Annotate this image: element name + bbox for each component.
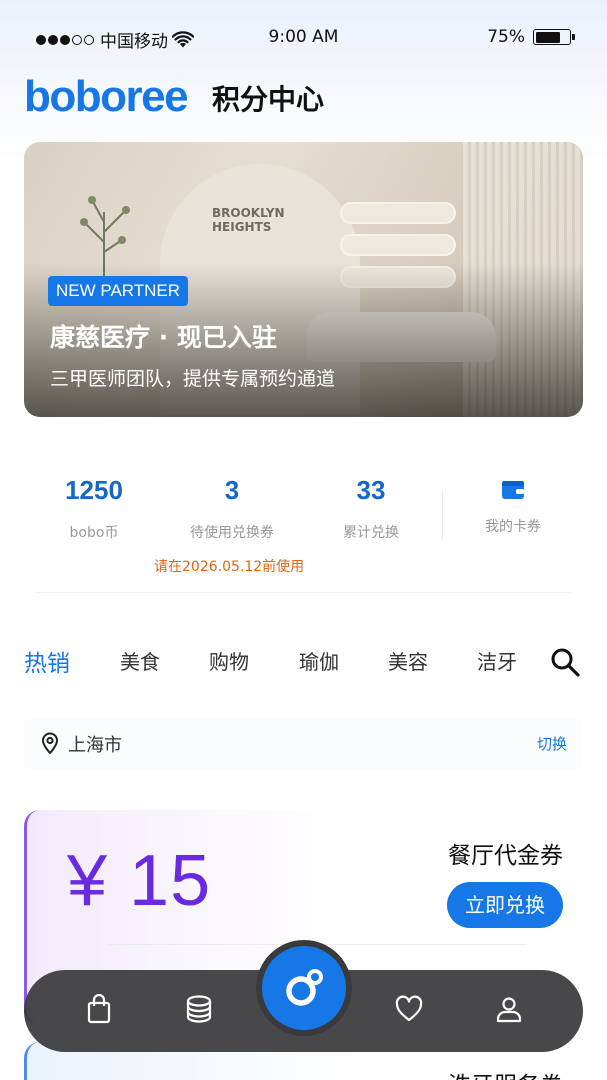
tab-shopping[interactable]: 购物 <box>209 646 249 675</box>
bag-icon[interactable] <box>84 994 114 1024</box>
coupon-title: 餐厅代金券 <box>448 843 563 869</box>
tab-yoga[interactable]: 瑜伽 <box>299 646 339 675</box>
new-partner-tag: NEW PARTNER <box>48 276 189 306</box>
stat-value: 1250 <box>65 475 123 505</box>
status-right: 75% <box>487 27 575 47</box>
boboree-logo-icon <box>286 969 323 1006</box>
status-bar: 中国移动 9:00 AM 75% <box>0 0 607 76</box>
my-cards-button[interactable]: 我的卡券 <box>443 470 583 536</box>
tab-teeth-cleaning[interactable]: 洁牙 <box>477 646 517 675</box>
battery-icon <box>533 29 575 45</box>
banner-subtitle: 三甲医师团队，提供专属预约通道 <box>50 368 336 390</box>
banner-shelf <box>340 202 456 224</box>
current-city: 上海市 <box>68 735 122 756</box>
profile-icon[interactable] <box>494 994 524 1024</box>
voucher-expiry-note: 请在2026.05.12前使用 <box>154 559 305 575</box>
stat-label: bobo币 <box>69 525 119 541</box>
stat-total-redeemed[interactable]: 33 累计兑换 <box>301 470 441 542</box>
location-bar: 上海市 切换 <box>24 718 583 770</box>
banner-title: 康慈医疗 · 现已入驻 <box>50 323 277 352</box>
coins-icon[interactable] <box>184 994 214 1024</box>
banner-wall-text: BROOKLYN HEIGHTS <box>212 206 285 234</box>
tab-beauty[interactable]: 美容 <box>388 646 428 675</box>
category-tabs: 热销 美食 购物 瑜伽 美容 洁牙 <box>24 640 583 684</box>
location-pin-icon <box>41 732 59 754</box>
stat-pending-vouchers[interactable]: 3 待使用兑换券 <box>162 470 302 542</box>
page-title: 积分中心 <box>212 83 325 116</box>
partner-banner[interactable]: BROOKLYN HEIGHTS NEW PARTNER 康慈医疗 · 现已入驻… <box>24 142 583 417</box>
switch-city-link[interactable]: 切换 <box>537 733 567 754</box>
tab-hot[interactable]: 热销 <box>24 644 70 678</box>
stat-label: 累计兑换 <box>343 525 399 541</box>
stat-value: 33 <box>356 475 386 505</box>
coupon-amount: ¥ 15 <box>67 841 212 921</box>
coupon-title: 洗牙服务券 <box>448 1066 563 1080</box>
redeem-button[interactable]: 立即兑换 <box>447 882 563 928</box>
section-divider <box>36 592 571 593</box>
wallet-icon <box>502 481 524 499</box>
stat-label: 待使用兑换券 <box>190 525 274 541</box>
battery-percent: 75% <box>487 27 525 47</box>
stat-label: 我的卡券 <box>485 519 541 535</box>
stat-bobo-coins[interactable]: 1250 bobo币 <box>24 470 164 542</box>
search-icon[interactable] <box>549 646 581 678</box>
nav-home-button[interactable] <box>262 946 346 1030</box>
brand-logo: boboree <box>24 72 189 121</box>
tab-food[interactable]: 美食 <box>120 646 160 675</box>
banner-shelf <box>340 234 456 256</box>
stat-value: 3 <box>224 475 240 505</box>
points-stats: 1250 bobo币 3 待使用兑换券 33 累计兑换 我的卡券 请在2026.… <box>24 470 583 590</box>
heart-icon[interactable] <box>394 994 424 1024</box>
